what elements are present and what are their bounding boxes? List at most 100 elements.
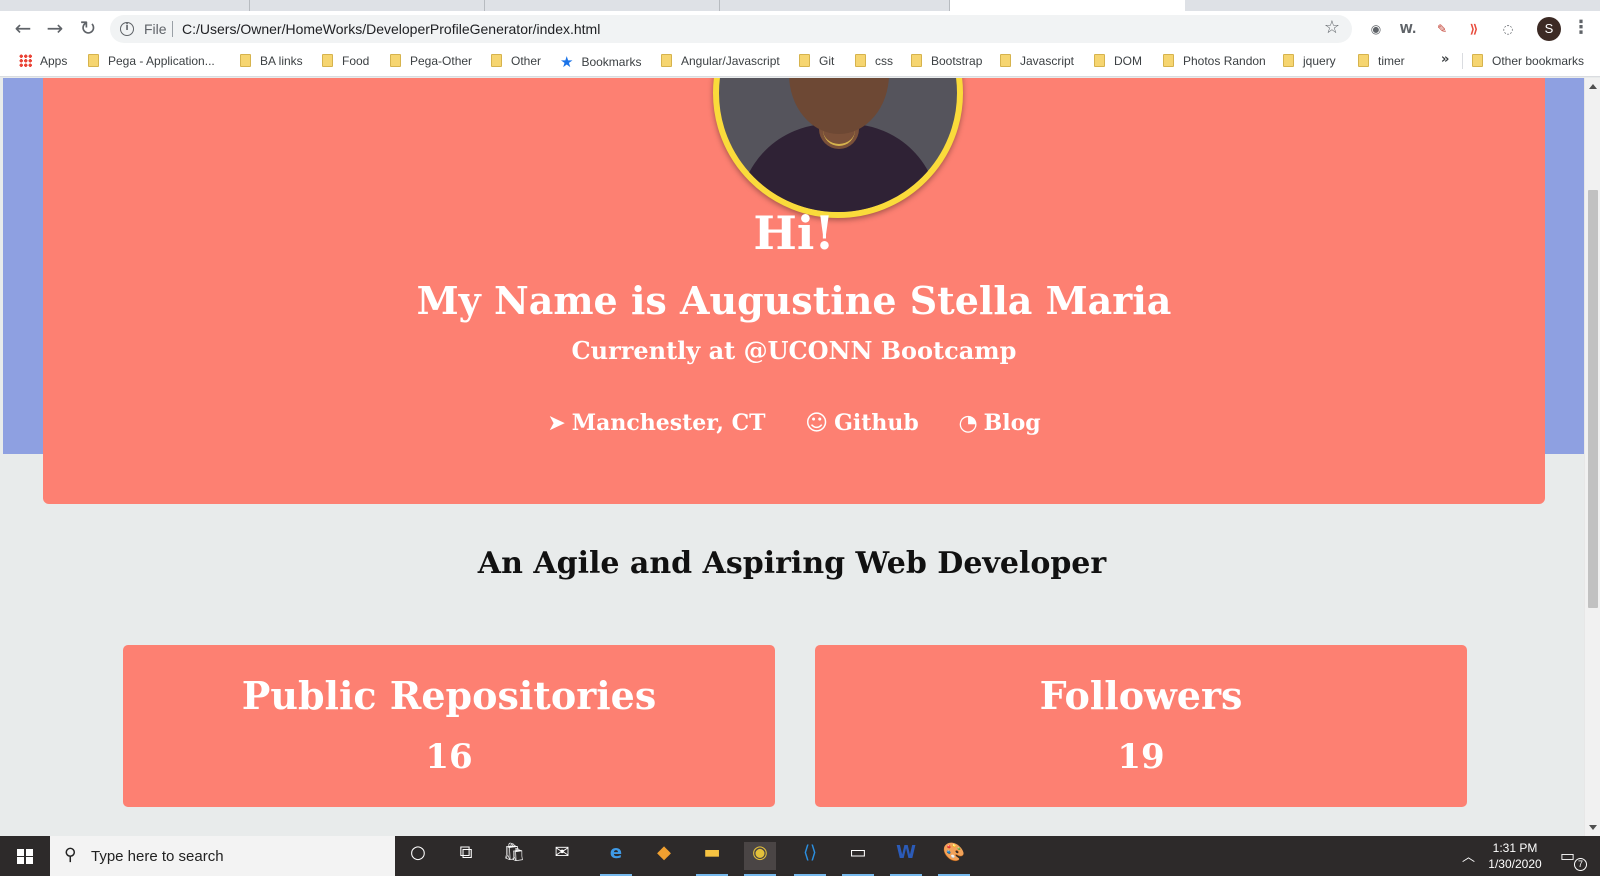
profile-avatar[interactable]: S — [1537, 17, 1561, 41]
folder-icon — [661, 54, 672, 67]
bookmark-other[interactable]: Other bookmarks — [1472, 53, 1584, 69]
notification-icon[interactable]: ▭ — [1560, 846, 1575, 865]
opera-icon[interactable]: ◉ — [1366, 19, 1386, 39]
folder-icon — [1358, 54, 1369, 67]
w-icon[interactable]: W. — [1398, 19, 1418, 39]
taskbar-search[interactable]: ⚲ Type here to search — [50, 836, 395, 876]
reader-icon[interactable]: ◌ — [1498, 19, 1518, 39]
github-link[interactable]: ☺ Github — [805, 410, 919, 436]
bookmark-label: Other — [511, 54, 542, 68]
edge-icon[interactable]: e — [600, 842, 632, 876]
scroll-down-arrow-icon[interactable] — [1589, 825, 1597, 830]
url-text[interactable]: C:/Users/Owner/HomeWorks/DeveloperProfil… — [182, 21, 600, 37]
folder-icon — [1163, 54, 1174, 67]
bookmark-label: DOM — [1114, 54, 1142, 68]
task-view-icon[interactable]: ⧉ — [450, 842, 482, 870]
page-scrollbar[interactable] — [1584, 78, 1600, 836]
bookmark-folder[interactable]: Angular/Javascript — [661, 53, 780, 69]
bookmark-label: Angular/Javascript — [681, 54, 780, 68]
bookmark-folder[interactable]: Bootstrap — [911, 53, 982, 69]
reload-button[interactable]: ↻ — [77, 17, 99, 39]
search-icon: ⚲ — [64, 845, 77, 865]
word-icon[interactable]: W — [890, 842, 922, 876]
browser-tab[interactable] — [720, 0, 950, 11]
file-explorer-icon[interactable]: ▬ — [696, 842, 728, 876]
bookmark-folder[interactable]: DOM — [1094, 53, 1142, 69]
bookmark-bookmarks[interactable]: ★ Bookmarks — [560, 53, 642, 71]
bookmark-label: Apps — [40, 54, 68, 68]
windows-logo-icon — [17, 849, 33, 864]
omnibox-separator — [172, 21, 173, 37]
bookmark-label: css — [875, 54, 893, 68]
browser-tab[interactable] — [0, 0, 250, 11]
cortana-icon[interactable]: ○ — [402, 842, 434, 870]
followers-card: Followers 19 — [815, 645, 1467, 807]
bookmark-apps[interactable]: Apps — [19, 53, 67, 69]
file-label: File — [144, 21, 167, 37]
bookmark-folder[interactable]: Food — [322, 53, 369, 69]
stat-value: 16 — [425, 737, 473, 777]
location-link[interactable]: ➤ Manchester, CT — [547, 410, 765, 436]
terminal-icon[interactable]: ▭ — [842, 842, 874, 876]
bookmark-label: Pega-Other — [410, 54, 473, 68]
folder-icon — [911, 54, 922, 67]
stat-label: Followers — [1039, 673, 1243, 718]
bookmark-label: Food — [342, 54, 370, 68]
bookmark-folder[interactable]: timer — [1358, 53, 1405, 69]
taskbar-clock[interactable]: 1:31 PM 1/30/2020 — [1486, 840, 1544, 872]
bookmark-folder[interactable]: Javascript — [1000, 53, 1074, 69]
browser-tab[interactable] — [250, 0, 485, 11]
bookmark-label: BA links — [260, 54, 303, 68]
blog-link[interactable]: ◔ Blog — [958, 410, 1040, 436]
browser-tab-active[interactable] — [950, 0, 1185, 11]
stat-value: 19 — [1117, 737, 1165, 777]
git-icon[interactable]: ◆ — [648, 842, 680, 870]
page-viewport: Hi! My Name is Augustine Stella Maria Cu… — [0, 78, 1584, 836]
bookmark-label: Other bookmarks — [1492, 54, 1585, 68]
folder-icon — [1000, 54, 1011, 67]
cast-icon[interactable]: ⟫ — [1464, 19, 1484, 39]
chrome-icon[interactable]: ◉ — [744, 842, 776, 876]
tab-strip — [0, 0, 1600, 11]
taskbar: ⚲ Type here to search ○ ⧉ 🛍 ✉ e ◆ ▬ ◉ ⟨⟩… — [0, 836, 1600, 876]
folder-icon — [240, 54, 251, 67]
bookmark-label: Pega - Application... — [108, 54, 215, 68]
bookmarks-bar: Apps Pega - Application... BA links Food… — [0, 45, 1600, 77]
clock-date: 1/30/2020 — [1488, 857, 1542, 871]
vscode-icon[interactable]: ⟨⟩ — [794, 842, 826, 876]
photo-face — [789, 78, 889, 134]
scrollbar-thumb[interactable] — [1588, 190, 1598, 608]
bookmarks-separator — [1462, 53, 1463, 69]
current-position: Currently at @UCONN Bootcamp — [571, 336, 1017, 365]
eyedropper-icon[interactable]: ✎ — [1432, 19, 1452, 39]
info-icon[interactable]: i — [120, 22, 134, 36]
bookmark-label: Bookmarks — [581, 55, 642, 69]
bookmark-folder[interactable]: Photos Randon — [1163, 53, 1266, 69]
back-button[interactable]: ← — [12, 17, 34, 39]
profile-links: ➤ Manchester, CT ☺ Github ◔ Blog — [43, 410, 1545, 436]
browser-tab[interactable] — [485, 0, 720, 11]
bookmark-folder[interactable]: Pega - Application... — [88, 53, 215, 69]
bookmark-folder[interactable]: Pega-Other — [390, 53, 472, 69]
mail-icon[interactable]: ✉ — [546, 842, 578, 870]
bookmark-folder[interactable]: Other — [491, 53, 541, 69]
store-icon[interactable]: 🛍 — [498, 842, 530, 870]
bookmark-star-icon[interactable]: ☆ — [1324, 17, 1340, 38]
tray-expand-icon[interactable]: ︿ — [1462, 846, 1475, 865]
scroll-up-arrow-icon[interactable] — [1589, 84, 1597, 89]
greeting-heading: Hi! — [753, 206, 835, 260]
address-bar[interactable]: i File C:/Users/Owner/HomeWorks/Develope… — [110, 15, 1352, 43]
forward-button[interactable]: → — [44, 17, 66, 39]
folder-icon — [799, 54, 810, 67]
bookmark-folder[interactable]: Git — [799, 53, 834, 69]
bookmark-folder[interactable]: BA links — [240, 53, 303, 69]
repositories-card: Public Repositories 16 — [123, 645, 775, 807]
more-bookmarks-button[interactable]: » — [1441, 52, 1449, 67]
menu-kebab-icon[interactable]: ⋮ — [1572, 17, 1590, 41]
paint-icon[interactable]: 🎨 — [938, 842, 970, 876]
blog-label: Blog — [983, 410, 1041, 436]
start-button[interactable] — [0, 836, 48, 876]
bookmark-label: Bootstrap — [931, 54, 983, 68]
bookmark-folder[interactable]: jquery — [1283, 53, 1336, 69]
bookmark-folder[interactable]: css — [855, 53, 893, 69]
